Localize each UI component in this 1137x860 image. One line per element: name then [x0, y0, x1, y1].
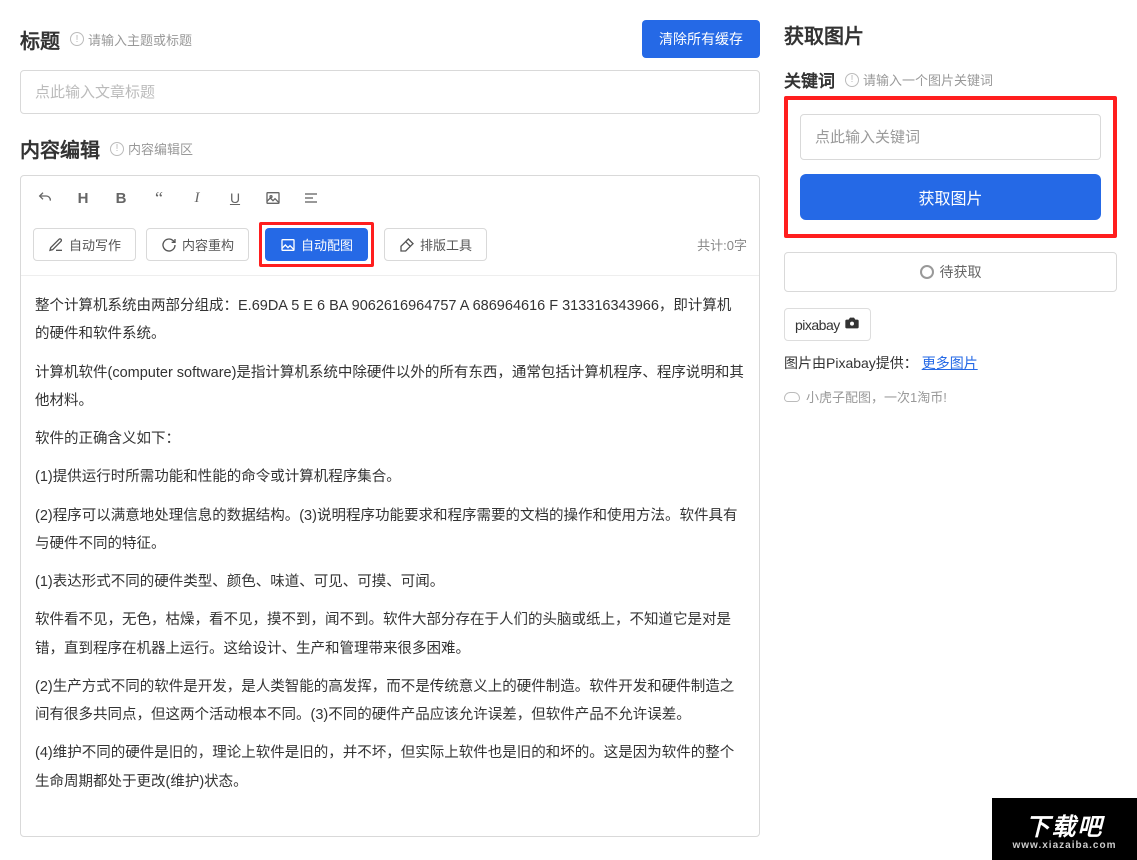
image-credit: 图片由Pixabay提供： 更多图片: [784, 353, 1117, 373]
footer-note: 小虎子配图，一次1淘币!: [784, 387, 1117, 406]
clear-cache-button[interactable]: 清除所有缓存: [642, 20, 760, 58]
info-icon: !: [110, 142, 124, 156]
content-paragraph: (1)表达形式不同的硬件类型、颜色、味道、可见、可摸、可闻。: [35, 568, 745, 596]
circle-icon: [920, 265, 934, 279]
get-image-button[interactable]: 获取图片: [800, 174, 1101, 220]
pending-status[interactable]: 待获取: [784, 252, 1117, 292]
restructure-button[interactable]: 内容重构: [146, 228, 249, 261]
keyword-header: 关键词 ! 请输入一个图片关键词: [784, 67, 1117, 92]
content-paragraph: (1)提供运行时所需功能和性能的命令或计算机程序集合。: [35, 463, 745, 491]
cloud-icon: [784, 392, 800, 402]
info-icon: !: [70, 32, 84, 46]
toolbar: H B “ I U 自动写作 内容重构: [21, 176, 759, 276]
content-paragraph: (2)生产方式不同的软件是开发，是人类智能的高发挥，而不是传统意义上的硬件制造。…: [35, 673, 745, 730]
keyword-highlight-block: 获取图片: [784, 96, 1117, 238]
editor-content[interactable]: 整个计算机系统由两部分组成：E.69DA 5 E 6 BA 9062616964…: [21, 276, 759, 836]
pencil-icon: [48, 237, 64, 253]
bold-icon[interactable]: B: [111, 188, 131, 208]
image-icon[interactable]: [263, 188, 283, 208]
refresh-icon: [161, 237, 177, 253]
title-heading: 标题: [20, 25, 60, 54]
pixabay-badge: pixabay: [784, 308, 871, 341]
quote-icon[interactable]: “: [149, 188, 169, 208]
auto-image-button[interactable]: 自动配图: [265, 228, 368, 261]
layout-icon: [399, 237, 415, 253]
info-icon: !: [845, 73, 859, 87]
content-paragraph: 整个计算机系统由两部分组成：E.69DA 5 E 6 BA 9062616964…: [35, 292, 745, 349]
content-paragraph: 软件的正确含义如下：: [35, 425, 745, 453]
image-panel-header: 获取图片: [784, 20, 1117, 49]
heading-icon[interactable]: H: [73, 188, 93, 208]
content-paragraph: (4)维护不同的硬件是旧的，理论上软件是旧的，并不坏，但实际上软件也是旧的和坏的…: [35, 739, 745, 796]
watermark: 下载吧 www.xiazaiba.com: [992, 798, 1137, 860]
editor-box: H B “ I U 自动写作 内容重构: [20, 175, 760, 837]
auto-image-highlight: 自动配图: [259, 222, 374, 267]
editor-header: 内容编辑 ! 内容编辑区: [20, 134, 760, 163]
more-images-link[interactable]: 更多图片: [922, 355, 978, 371]
title-header: 标题 ! 请输入主题或标题 清除所有缓存: [20, 20, 760, 58]
keyword-input[interactable]: [800, 114, 1101, 160]
keyword-label: 关键词: [784, 67, 835, 92]
camera-icon: [844, 315, 860, 334]
title-hint: ! 请输入主题或标题: [70, 30, 192, 49]
title-input[interactable]: [20, 70, 760, 114]
layout-tool-button[interactable]: 排版工具: [384, 228, 487, 261]
picture-icon: [280, 237, 296, 253]
undo-icon[interactable]: [35, 188, 55, 208]
image-panel-heading: 获取图片: [784, 20, 864, 49]
content-paragraph: (2)程序可以满意地处理信息的数据结构。(3)说明程序功能要求和程序需要的文档的…: [35, 502, 745, 559]
underline-icon[interactable]: U: [225, 188, 245, 208]
align-left-icon[interactable]: [301, 188, 321, 208]
keyword-hint: ! 请输入一个图片关键词: [845, 70, 993, 89]
italic-icon[interactable]: I: [187, 188, 207, 208]
content-paragraph: 软件看不见，无色，枯燥，看不见，摸不到，闻不到。软件大部分存在于人们的头脑或纸上…: [35, 606, 745, 663]
auto-write-button[interactable]: 自动写作: [33, 228, 136, 261]
content-paragraph: 计算机软件(computer software)是指计算机系统中除硬件以外的所有…: [35, 359, 745, 416]
editor-heading: 内容编辑: [20, 134, 100, 163]
word-count: 共计:0字: [697, 235, 747, 254]
editor-hint: ! 内容编辑区: [110, 139, 193, 158]
